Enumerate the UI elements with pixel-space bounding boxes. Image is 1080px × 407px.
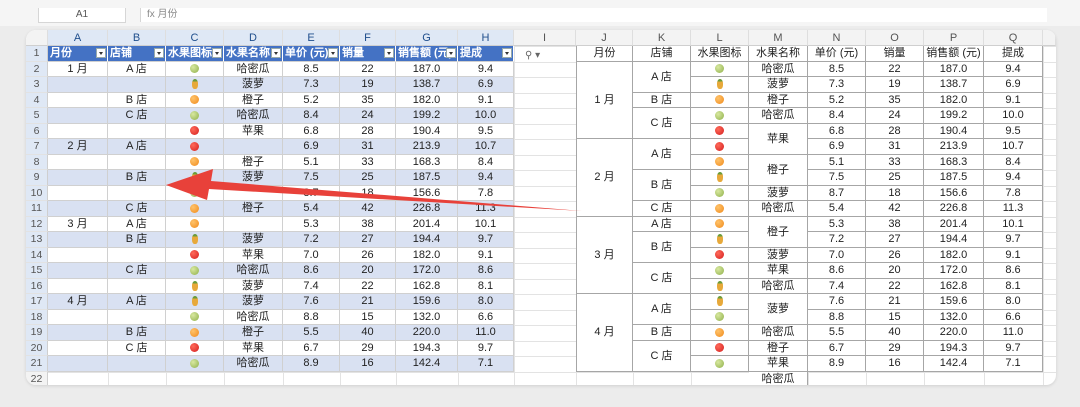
- red-arrow-annotation: [166, 169, 582, 211]
- spreadsheet-grid[interactable]: ABCDEFGHIJKLMNOPQ 1 2 3 4 5 6 7 8 9 10 11 12 13 14 15 1…: [26, 30, 1056, 385]
- formula-bar: A1 fx 月份: [0, 0, 1080, 26]
- name-box[interactable]: A1: [38, 8, 126, 23]
- formula-input[interactable]: fx 月份: [140, 8, 1047, 22]
